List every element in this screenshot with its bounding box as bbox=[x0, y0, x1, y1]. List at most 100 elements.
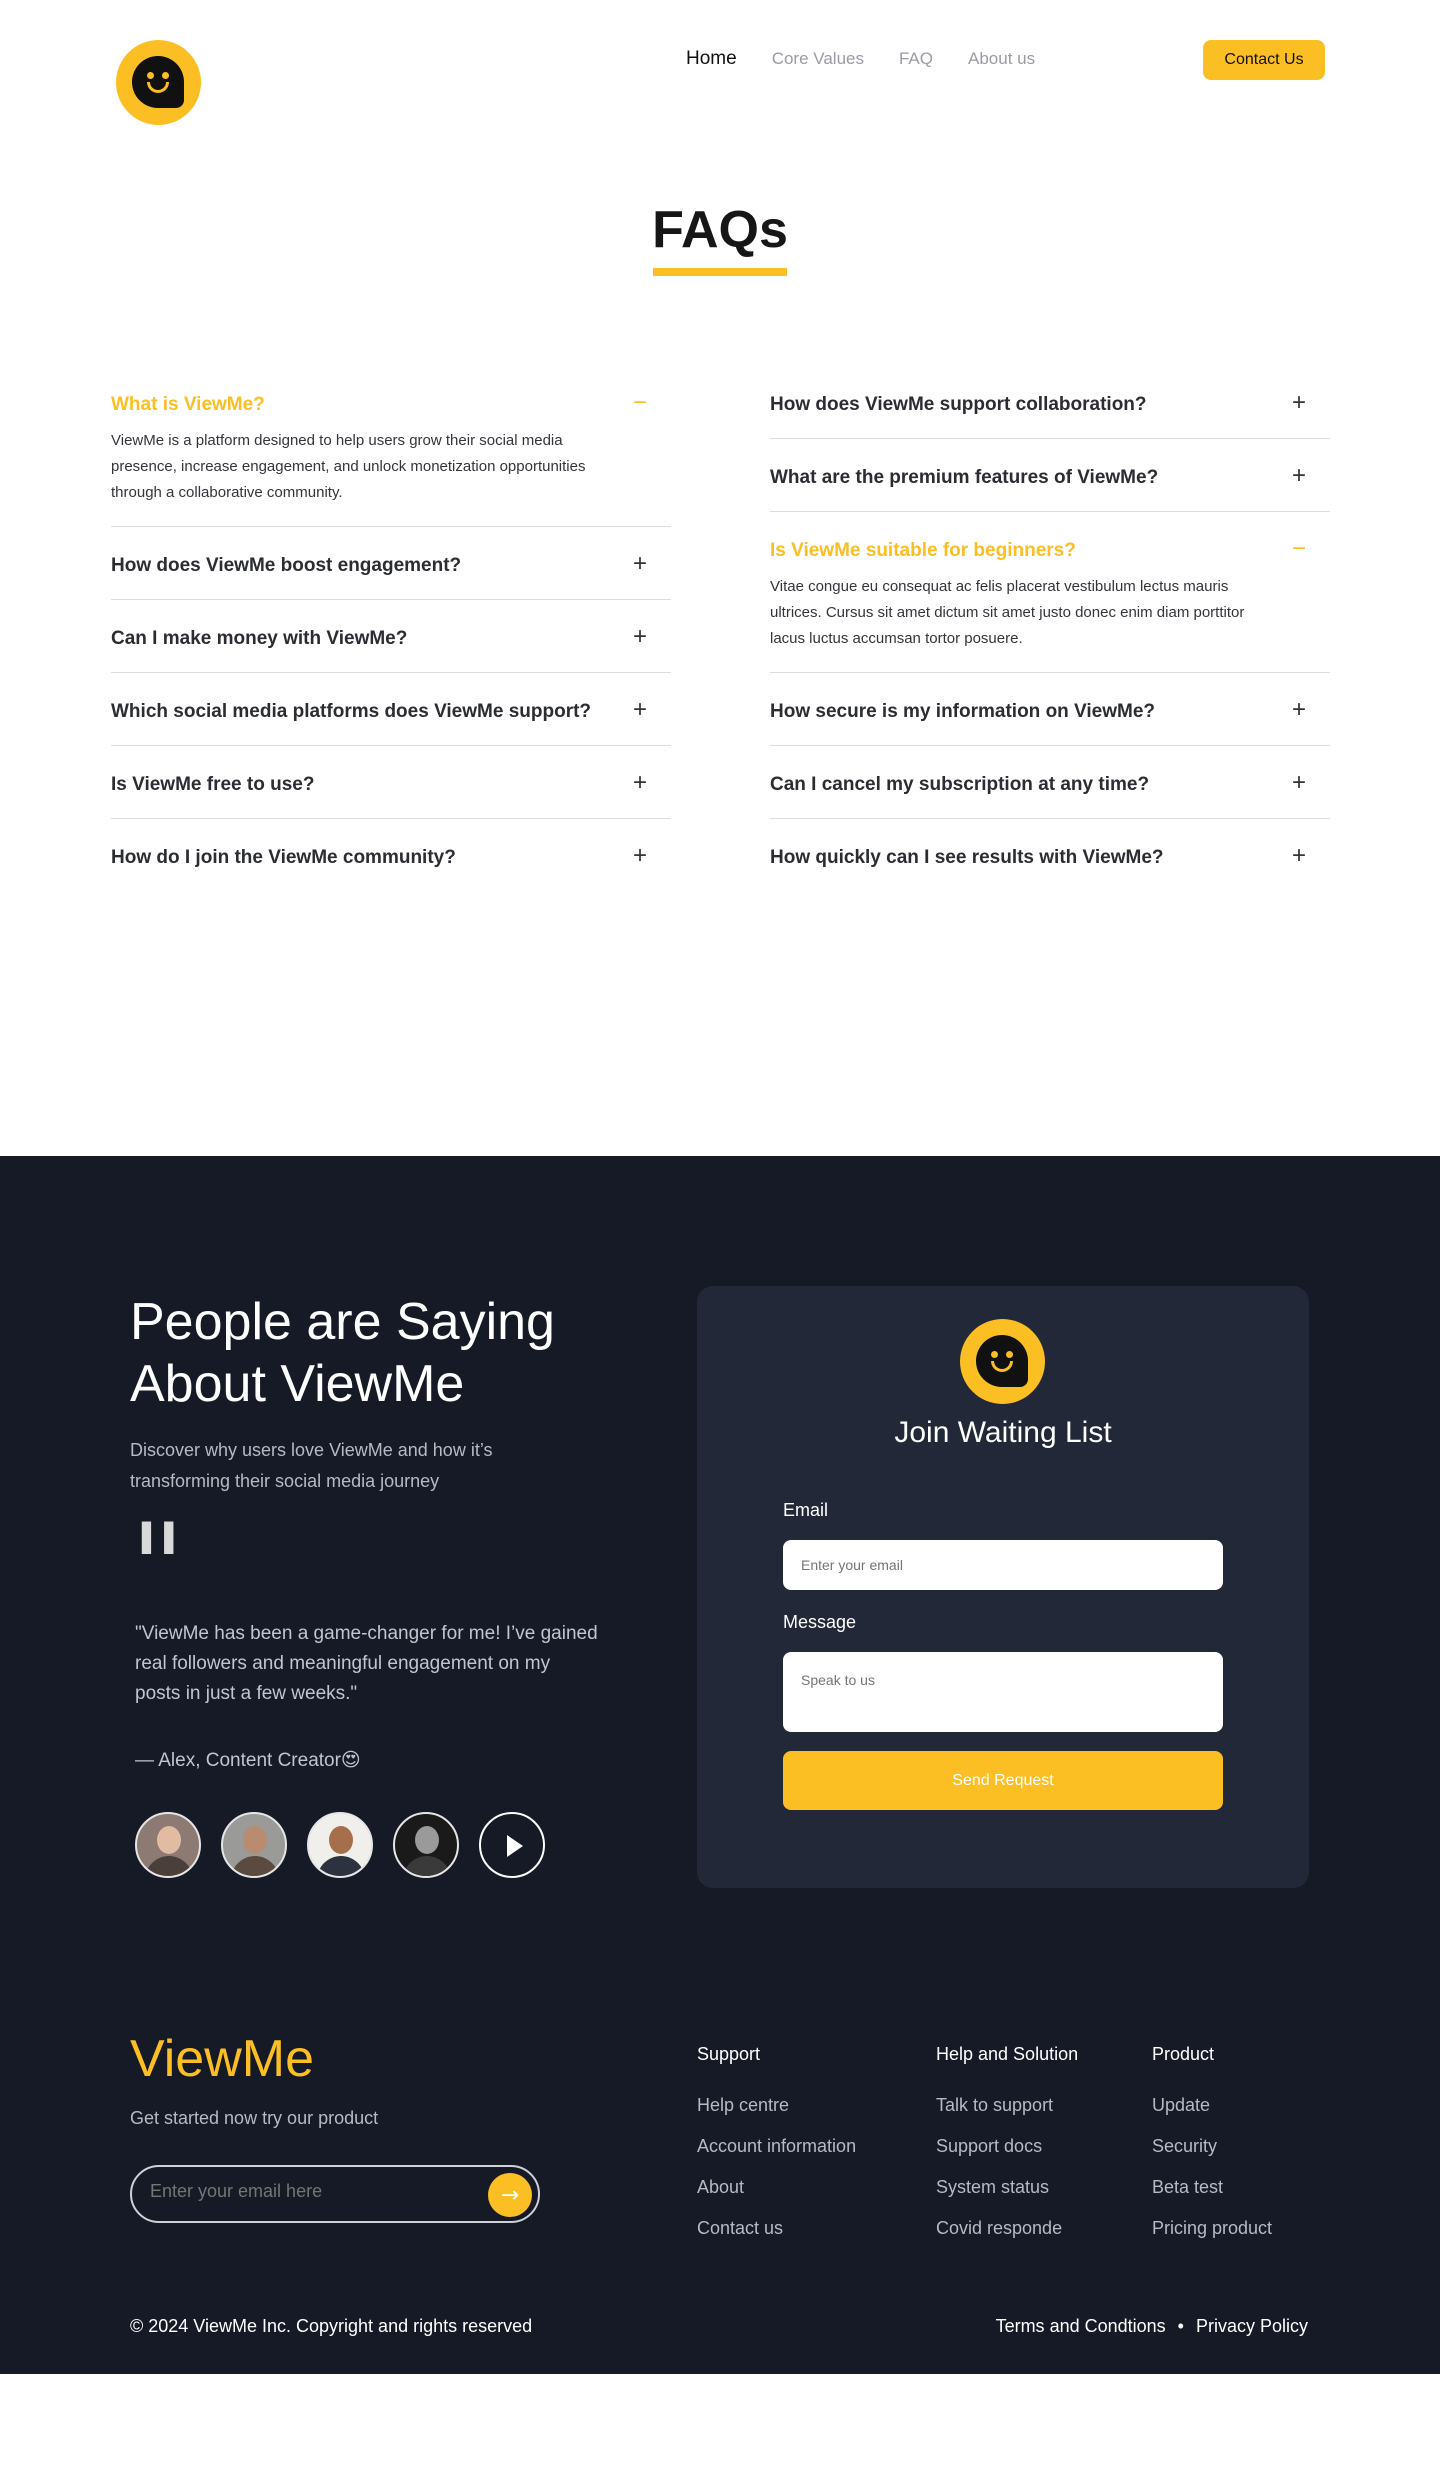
contact-us-button[interactable]: Contact Us bbox=[1203, 40, 1325, 80]
faq-column-left: What is ViewMe? − ViewMe is a platform des… bbox=[111, 366, 671, 891]
avatar[interactable] bbox=[307, 1812, 373, 1878]
footer-link[interactable]: Account information bbox=[697, 2136, 856, 2157]
dark-section: People are Saying About ViewMe Discover … bbox=[0, 1156, 1440, 2374]
plus-icon[interactable]: + bbox=[1292, 771, 1306, 795]
faq-item[interactable]: How does ViewMe support collaboration? + bbox=[770, 366, 1330, 439]
nav-core-values[interactable]: Core Values bbox=[772, 49, 864, 70]
avatar[interactable] bbox=[135, 1812, 201, 1878]
plus-icon[interactable]: + bbox=[633, 771, 647, 795]
footer-link[interactable]: Support docs bbox=[936, 2136, 1078, 2157]
faq-title: FAQs bbox=[652, 201, 788, 259]
footer-column-product: Product Update Security Beta test Pricin… bbox=[1152, 2044, 1272, 2259]
newsletter-form: → bbox=[130, 2165, 540, 2223]
waitlist-title: Join Waiting List bbox=[894, 1416, 1112, 1449]
faq-title-underline bbox=[653, 268, 787, 276]
testimonial-quote: "ViewMe has been a game-changer for me! … bbox=[135, 1623, 598, 1704]
email-field[interactable] bbox=[783, 1540, 1223, 1590]
footer-column-help: Help and Solution Talk to support Suppor… bbox=[936, 2044, 1078, 2259]
viewme-logo-icon[interactable] bbox=[116, 40, 201, 125]
footer-column-title: Product bbox=[1152, 2044, 1215, 2064]
arrow-right-icon: → bbox=[500, 2182, 520, 2208]
faq-item[interactable]: How quickly can I see results with ViewM… bbox=[770, 819, 1330, 891]
copyright: © 2024 ViewMe Inc. Copyright and rights … bbox=[130, 2316, 533, 2336]
footer-tagline: Get started now try our product bbox=[130, 2108, 379, 2128]
site-header: Home Core Values FAQ About us Contact Us bbox=[0, 0, 1440, 160]
footer-link[interactable]: Contact us bbox=[697, 2218, 856, 2239]
footer-link[interactable]: Update bbox=[1152, 2095, 1272, 2116]
email-label: Email bbox=[783, 1500, 829, 1520]
newsletter-submit-button[interactable]: → bbox=[488, 2173, 532, 2217]
footer-link[interactable]: System status bbox=[936, 2177, 1078, 2198]
terms-link[interactable]: Terms and Condtions bbox=[996, 2316, 1166, 2337]
plus-icon[interactable]: + bbox=[633, 625, 647, 649]
plus-icon[interactable]: + bbox=[1292, 844, 1306, 868]
footer-link[interactable]: Talk to support bbox=[936, 2095, 1078, 2116]
testimonials-subtitle: Discover why users love ViewMe and how i… bbox=[130, 1440, 493, 1491]
footer-link[interactable]: Pricing product bbox=[1152, 2218, 1272, 2239]
minus-icon[interactable]: − bbox=[633, 391, 647, 415]
footer-column-support: Support Help centre Account information … bbox=[697, 2044, 856, 2259]
nav-about-us[interactable]: About us bbox=[968, 49, 1035, 70]
faq-item[interactable]: Which social media platforms does ViewMe… bbox=[111, 673, 671, 746]
faq-item[interactable]: How do I join the ViewMe community? + bbox=[111, 819, 671, 891]
footer-column-title: Help and Solution bbox=[936, 2044, 1079, 2064]
plus-icon[interactable]: + bbox=[633, 698, 647, 722]
testimonial-author: — Alex, Content Creator😍 bbox=[135, 1750, 361, 1771]
faq-header: FAQs bbox=[0, 200, 1440, 276]
faq-question[interactable]: What are the premium features of ViewMe? bbox=[770, 465, 1330, 491]
faq-item[interactable]: What is ViewMe? − ViewMe is a platform des… bbox=[111, 366, 671, 527]
plus-icon[interactable]: + bbox=[1292, 698, 1306, 722]
faq-item[interactable]: How does ViewMe boost engagement? + bbox=[111, 527, 671, 600]
footer-link[interactable]: Beta test bbox=[1152, 2177, 1272, 2198]
faq-item[interactable]: How secure is my information on ViewMe? + bbox=[770, 673, 1330, 746]
plus-icon[interactable]: + bbox=[633, 552, 647, 576]
play-button[interactable] bbox=[479, 1812, 545, 1878]
footer-link[interactable]: About bbox=[697, 2177, 856, 2198]
faq-question[interactable]: Is ViewMe suitable for beginners? bbox=[770, 538, 1330, 564]
faq-question[interactable]: How does ViewMe boost engagement? bbox=[111, 553, 671, 579]
faq-question[interactable]: How do I join the ViewMe community? bbox=[111, 845, 671, 871]
footer-link[interactable]: Security bbox=[1152, 2136, 1272, 2157]
nav-home[interactable]: Home bbox=[686, 48, 737, 70]
footer-link[interactable]: Covid responde bbox=[936, 2218, 1078, 2239]
footer-column-title: Support bbox=[697, 2044, 761, 2064]
legal-links: Terms and Condtions • Privacy Policy bbox=[996, 2316, 1308, 2337]
newsletter-email-input[interactable] bbox=[150, 2181, 470, 2202]
main-nav: Home Core Values FAQ About us bbox=[686, 48, 1035, 70]
avatar[interactable] bbox=[393, 1812, 459, 1878]
quote-icon: " bbox=[130, 1499, 185, 1638]
plus-icon[interactable]: + bbox=[1292, 464, 1306, 488]
faq-item[interactable]: Can I cancel my subscription at any time… bbox=[770, 746, 1330, 819]
plus-icon[interactable]: + bbox=[1292, 391, 1306, 415]
faq-question[interactable]: Is ViewMe free to use? bbox=[111, 772, 671, 798]
faq-question[interactable]: Which social media platforms does ViewMe… bbox=[111, 699, 671, 725]
avatar-list bbox=[130, 1812, 630, 1878]
avatar[interactable] bbox=[221, 1812, 287, 1878]
faq-question[interactable]: How quickly can I see results with ViewM… bbox=[770, 845, 1330, 871]
faq-question[interactable]: Can I make money with ViewMe? bbox=[111, 626, 671, 652]
separator-dot: • bbox=[1177, 2316, 1184, 2336]
waitlist-card: Join Waiting List Email Message Send Req… bbox=[697, 1286, 1309, 1888]
message-field[interactable] bbox=[783, 1652, 1223, 1732]
faq-item[interactable]: What are the premium features of ViewMe?… bbox=[770, 439, 1330, 512]
faq-question[interactable]: What is ViewMe? bbox=[111, 392, 671, 418]
faq-column-right: How does ViewMe support collaboration? + W… bbox=[770, 366, 1330, 891]
faq-answer: Vitae congue eu consequat ac felis place… bbox=[770, 578, 1245, 647]
footer-brand: ViewMe bbox=[130, 2030, 315, 2088]
play-icon bbox=[507, 1835, 523, 1857]
testimonials: People are Saying About ViewMe Discover … bbox=[130, 1291, 630, 1878]
nav-faq[interactable]: FAQ bbox=[899, 49, 933, 70]
faq-item[interactable]: Can I make money with ViewMe? + bbox=[111, 600, 671, 673]
faq-question[interactable]: Can I cancel my subscription at any time… bbox=[770, 772, 1330, 798]
faq-item[interactable]: Is ViewMe suitable for beginners? − Vitae … bbox=[770, 512, 1330, 673]
privacy-link[interactable]: Privacy Policy bbox=[1196, 2316, 1308, 2337]
faq-question[interactable]: How secure is my information on ViewMe? bbox=[770, 699, 1330, 725]
message-label: Message bbox=[783, 1612, 857, 1632]
plus-icon[interactable]: + bbox=[633, 844, 647, 868]
faq-answer: ViewMe is a platform designed to help us… bbox=[111, 432, 586, 501]
minus-icon[interactable]: − bbox=[1292, 537, 1306, 561]
faq-question[interactable]: How does ViewMe support collaboration? bbox=[770, 392, 1330, 418]
send-request-button[interactable]: Send Request bbox=[783, 1751, 1223, 1810]
footer-link[interactable]: Help centre bbox=[697, 2095, 856, 2116]
faq-item[interactable]: Is ViewMe free to use? + bbox=[111, 746, 671, 819]
